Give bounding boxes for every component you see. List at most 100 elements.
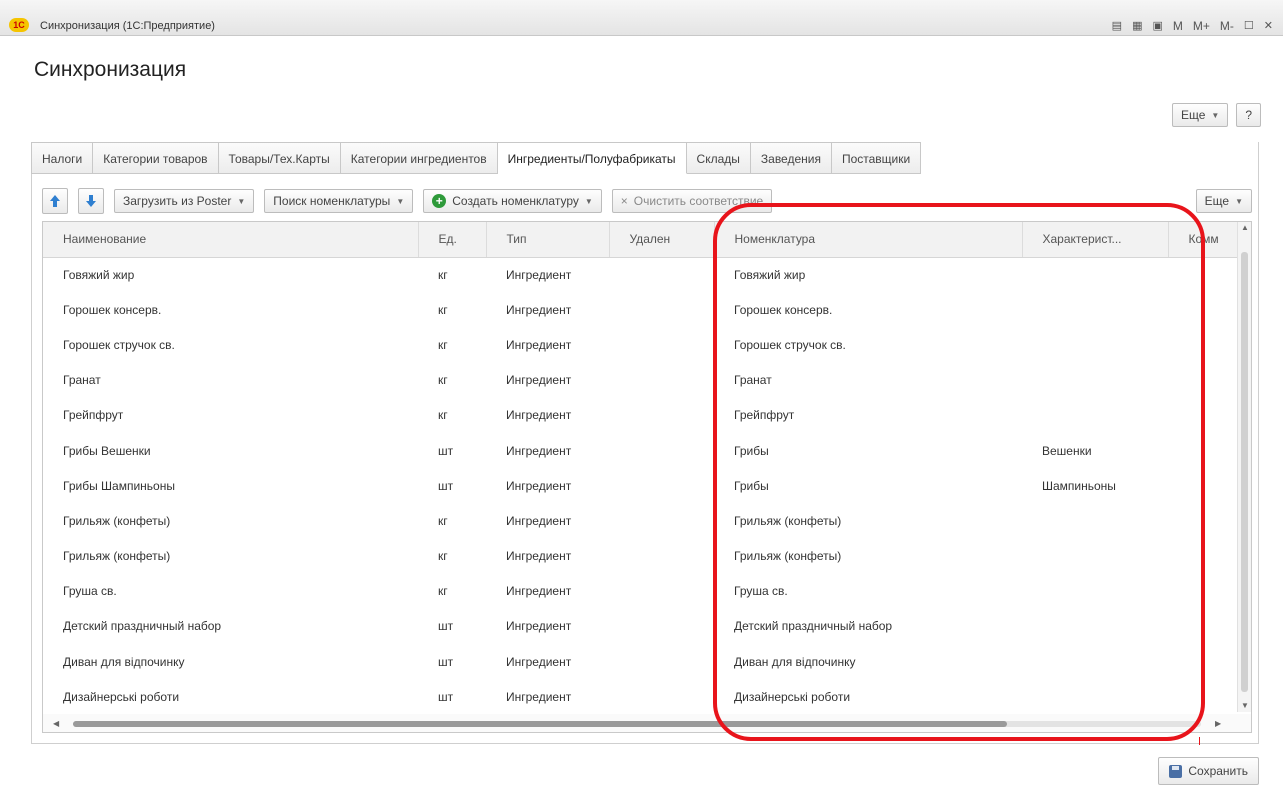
table-row[interactable]: Грейпфрут кг Ингредиент Грейпфрут (43, 398, 1238, 433)
tab-suppliers[interactable]: Поставщики (831, 142, 922, 174)
table-row[interactable]: Груша св. кг Ингредиент Груша св. (43, 574, 1238, 609)
maximize-icon[interactable]: ☐ (1242, 18, 1256, 34)
table-row[interactable]: Говяжий жир кг Ингредиент Говяжий жир (43, 257, 1238, 292)
move-up-button[interactable] (42, 188, 68, 214)
clear-icon: × (620, 194, 628, 208)
clear-mapping-button[interactable]: × Очистить соответствие (611, 189, 773, 213)
cell-type: Ингредиент (506, 619, 572, 634)
cell-nomenclature: Горошек консерв. (734, 302, 833, 317)
ingredients-table[interactable]: Наименование Ед. Тип Удален Номенклатура… (42, 221, 1252, 733)
cell-nomenclature: Грейпфрут (734, 408, 795, 423)
cell-comment (1168, 539, 1238, 574)
cell-deleted (609, 468, 714, 503)
column-header-type[interactable]: Тип (486, 222, 610, 258)
load-from-poster-button[interactable]: Загрузить из Poster ▼ (114, 189, 255, 213)
cell-nomenclature: Детский праздничный набор (734, 619, 893, 634)
tab-ingredients[interactable]: Ингредиенты/Полуфабрикаты (497, 142, 687, 174)
scroll-left-icon[interactable]: ◀ (53, 719, 59, 728)
move-down-button[interactable] (78, 188, 104, 214)
column-header-deleted[interactable]: Удален (609, 222, 715, 258)
vertical-scrollbar[interactable]: ▲ ▼ (1237, 222, 1251, 712)
cell-unit: шт (438, 689, 454, 704)
column-header-unit[interactable]: Ед. (418, 222, 487, 258)
cell-deleted (609, 327, 714, 362)
form-more-button[interactable]: Еще ▼ (1171, 103, 1229, 127)
scroll-right-icon[interactable]: ▶ (1215, 719, 1221, 728)
cell-comment (1168, 327, 1238, 362)
cell-nomenclature: Грильяж (конфеты) (734, 549, 842, 564)
vertical-scroll-thumb[interactable] (1241, 252, 1248, 692)
tab-products[interactable]: Товары/Тех.Карты (218, 142, 341, 174)
cell-name: Грейпфрут (63, 408, 124, 423)
create-nomenclature-button[interactable]: + Создать номенклатуру ▼ (423, 189, 602, 213)
save-button[interactable]: Сохранить (1158, 757, 1259, 785)
table-row[interactable]: Грибы Вешенки шт Ингредиент Грибы Вешенки (43, 433, 1238, 468)
scroll-up-icon[interactable]: ▲ (1241, 223, 1249, 232)
help-button[interactable]: ? (1236, 103, 1261, 127)
table-row[interactable]: Грильяж (конфеты) кг Ингредиент Грильяж (ко… (43, 539, 1238, 574)
document-icon[interactable]: ▤ (1110, 18, 1124, 34)
tab-ingredient-categories[interactable]: Категории ингредиентов (340, 142, 498, 174)
cell-deleted (609, 363, 714, 398)
cell-characteristic (1022, 363, 1168, 398)
search-nomenclature-button[interactable]: Поиск номенклатуры ▼ (264, 189, 414, 213)
cell-unit: кг (438, 302, 448, 317)
cell-name: Диван для відпочинку (63, 654, 185, 669)
table-row[interactable]: Грибы Шампиньоны шт Ингредиент Грибы Шампинь… (43, 468, 1238, 503)
cell-name: Дизайнерські роботи (63, 689, 180, 704)
cell-unit: кг (438, 408, 448, 423)
table-row[interactable]: Дизайнерські роботи шт Ингредиент Дизайнерс… (43, 679, 1238, 714)
window-title: Синхронизация (1С:Предприятие) (40, 20, 215, 32)
memory-m-button[interactable]: M (1171, 18, 1185, 34)
table-row[interactable]: Гранат кг Ингредиент Гранат (43, 363, 1238, 398)
column-header-comment[interactable]: Комм (1168, 222, 1239, 258)
table-row[interactable]: Горошек консерв. кг Ингредиент Горошек конс… (43, 292, 1238, 327)
tab-establishments[interactable]: Заведения (750, 142, 832, 174)
chevron-down-icon: ▼ (584, 196, 593, 206)
table-row[interactable]: Детский праздничный набор шт Ингредиент Дет… (43, 609, 1238, 644)
create-nomenclature-label: Создать номенклатуру (452, 194, 579, 208)
cell-characteristic (1022, 503, 1168, 538)
close-icon[interactable]: ✕ (1262, 18, 1275, 34)
cell-type: Ингредиент (506, 549, 572, 564)
cell-type: Ингредиент (506, 373, 572, 388)
cell-type: Ингредиент (506, 654, 572, 669)
horizontal-scroll-thumb[interactable] (73, 721, 1007, 727)
table-row[interactable]: Горошек стручок св. кг Ингредиент Горошек с… (43, 327, 1238, 362)
cell-type: Ингредиент (506, 302, 572, 317)
calculator-icon[interactable]: ▦ (1130, 18, 1144, 34)
cell-nomenclature: Дизайнерські роботи (734, 689, 851, 704)
column-header-characteristic[interactable]: Характерист... (1022, 222, 1169, 258)
table-row[interactable]: Диван для відпочинку шт Ингредиент Диван дл… (43, 644, 1238, 679)
cell-deleted (609, 398, 714, 433)
memory-plus-button[interactable]: M+ (1191, 18, 1212, 34)
cell-nomenclature: Грибы (734, 443, 769, 458)
save-label: Сохранить (1188, 764, 1248, 778)
cell-characteristic (1022, 679, 1168, 714)
column-header-nomenclature[interactable]: Номенклатура (714, 222, 1023, 258)
column-header-name[interactable]: Наименование (43, 222, 419, 258)
cell-deleted (609, 539, 714, 574)
cell-comment (1168, 609, 1238, 644)
table-more-button[interactable]: Еще ▼ (1195, 189, 1252, 213)
cell-characteristic: Вешенки (1042, 443, 1092, 458)
cell-nomenclature: Говяжий жир (734, 267, 806, 282)
calendar-icon[interactable]: ▣ (1150, 18, 1164, 34)
tab-warehouses[interactable]: Склады (686, 142, 751, 174)
clear-mapping-label: Очистить соответствие (633, 194, 764, 208)
tab-taxes[interactable]: Налоги (31, 142, 94, 174)
tab-product-categories[interactable]: Категории товаров (93, 142, 219, 174)
cell-unit: кг (438, 267, 448, 282)
tab-bar: Налоги Категории товаров Товары/Тех.Карт… (31, 142, 922, 174)
cell-name: Грибы Шампиньоны (63, 478, 175, 493)
table-row[interactable]: Грильяж (конфеты) кг Ингредиент Грильяж (ко… (43, 503, 1238, 538)
scroll-down-icon[interactable]: ▼ (1241, 701, 1249, 710)
cell-characteristic: Шампиньоны (1042, 478, 1116, 493)
horizontal-scrollbar[interactable]: ◀ ▶ (43, 714, 1251, 732)
memory-minus-button[interactable]: M- (1218, 18, 1236, 34)
arrow-down-icon (86, 195, 96, 207)
cell-type: Ингредиент (506, 584, 572, 599)
cell-deleted (609, 433, 714, 468)
cell-name: Горошек консерв. (63, 302, 162, 317)
cell-type: Ингредиент (506, 478, 572, 493)
